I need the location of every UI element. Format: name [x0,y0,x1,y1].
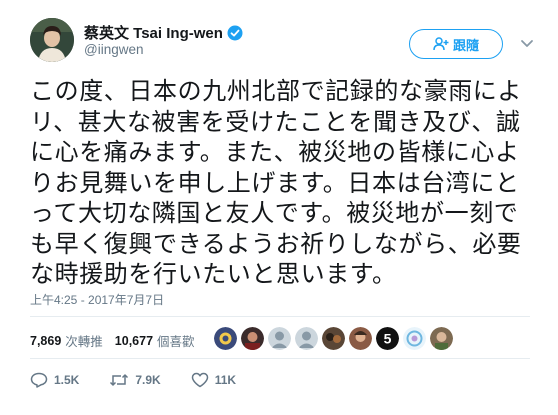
liker-avatar-9[interactable] [430,327,453,350]
liker-avatar-3[interactable] [268,327,291,350]
tweet-stats: 7,869 次轉推 10,677 個喜歡 [30,331,207,350]
likes-label[interactable]: 個喜歡 [157,331,195,350]
retweet-icon [109,372,135,388]
reply-count: 1.5K [54,373,80,387]
liker-avatar-8[interactable] [403,327,426,350]
chevron-down-icon[interactable] [517,34,537,54]
tweet-text: この度、日本の九州北部で記録的な豪雨によ リ、甚大な被害を受けたことを聞き及び、… [30,77,522,288]
liker-avatars: 5 [214,327,453,350]
like-button[interactable]: 11K [191,372,236,388]
verified-badge-icon [227,25,243,41]
reply-icon [30,372,54,388]
liker-avatar-6[interactable] [349,327,372,350]
likes-count[interactable]: 10,677 [115,334,153,348]
retweets-label[interactable]: 次轉推 [65,331,103,350]
liker-avatar-7-text: 5 [384,331,392,347]
liker-avatar-2[interactable] [241,327,264,350]
liker-avatar-7[interactable]: 5 [376,327,399,350]
liker-avatar-5[interactable] [322,327,345,350]
follow-button[interactable]: 跟隨 [409,29,503,59]
tweet-actions: 1.5K 7.9K 11K [30,372,266,388]
tweet-card: 蔡英文 Tsai Ing-wen @iingwen 跟隨 この度、日本の九州北部… [0,0,558,415]
retweet-count: 7.9K [135,373,161,387]
avatar-photo [30,18,74,62]
person-plus-icon [433,37,449,51]
avatar[interactable] [30,18,74,62]
user-handle[interactable]: @iingwen [84,42,143,57]
like-count: 11K [214,373,237,387]
heart-icon [191,372,215,388]
reply-button[interactable]: 1.5K [30,372,79,388]
retweet-button[interactable]: 7.9K [109,372,161,388]
divider-bottom [30,358,530,359]
divider-top [30,316,530,317]
name-row: 蔡英文 Tsai Ing-wen [84,22,243,43]
follow-button-label: 跟隨 [452,37,479,53]
retweets-count[interactable]: 7,869 [30,334,61,348]
display-name[interactable]: 蔡英文 Tsai Ing-wen [84,22,223,43]
tweet-timestamp[interactable]: 上午4:25 - 2017年7月7日 [30,291,164,308]
liker-avatar-1[interactable] [214,327,237,350]
liker-avatar-4[interactable] [295,327,318,350]
